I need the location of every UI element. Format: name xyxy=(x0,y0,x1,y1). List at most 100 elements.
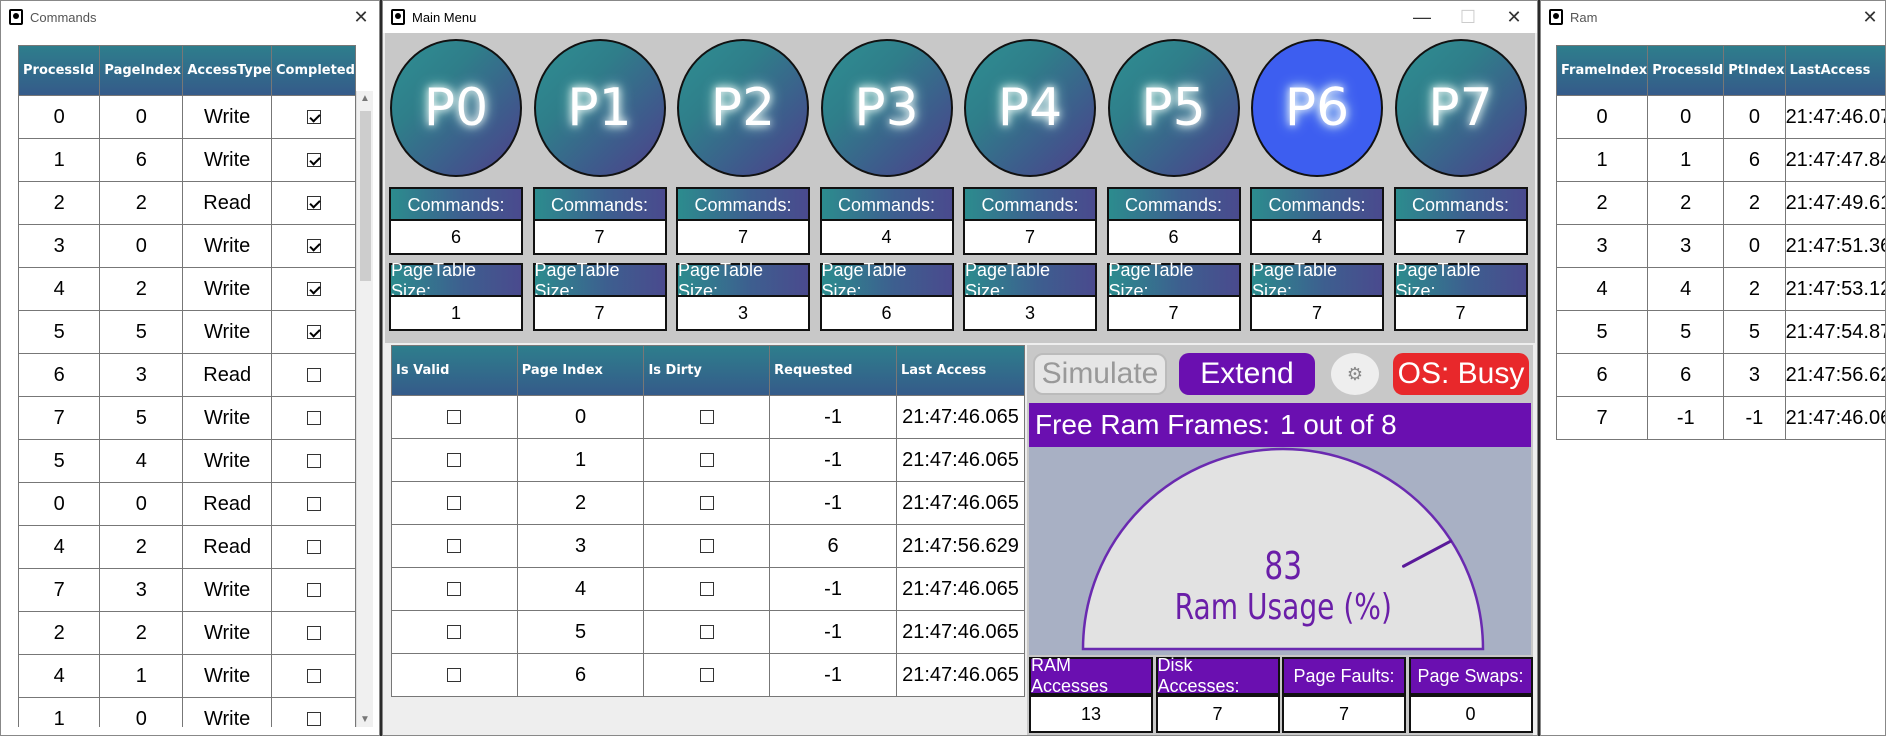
is-valid-checkbox[interactable] xyxy=(447,496,462,511)
scroll-thumb[interactable] xyxy=(360,111,371,281)
completed-checkbox[interactable] xyxy=(306,626,321,641)
table-row[interactable]: 22221:47:49.612 xyxy=(1556,181,1885,225)
scrollbar[interactable]: ▲ ▼ xyxy=(356,91,373,727)
maximize-icon[interactable]: ☐ xyxy=(1445,1,1491,33)
table-row[interactable]: 7 5 Write xyxy=(18,396,356,440)
settings-button[interactable]: ⚙ xyxy=(1331,353,1379,395)
close-icon[interactable]: ✕ xyxy=(343,1,379,33)
completed-checkbox[interactable] xyxy=(306,411,321,426)
column-header[interactable]: Page Index xyxy=(516,345,645,396)
column-header[interactable]: PtIndex xyxy=(1723,45,1786,96)
table-row[interactable]: 0 -1 21:47:46.065 xyxy=(391,395,1025,439)
table-row[interactable]: 3 6 21:47:56.629 xyxy=(391,524,1025,568)
table-row[interactable]: 66321:47:56.629 xyxy=(1556,353,1885,397)
completed-checkbox[interactable] xyxy=(306,196,321,211)
table-row[interactable]: 1 0 Write xyxy=(18,697,356,727)
completed-checkbox[interactable] xyxy=(306,153,321,168)
table-row[interactable]: 6 3 Read xyxy=(18,353,356,397)
minimize-icon[interactable]: — xyxy=(1399,1,1445,33)
process-button[interactable]: P6 xyxy=(1251,39,1383,177)
table-row[interactable]: 1 6 Write xyxy=(18,138,356,182)
is-valid-checkbox[interactable] xyxy=(447,453,462,468)
column-header[interactable]: Requested xyxy=(769,345,897,396)
completed-checkbox[interactable] xyxy=(306,368,321,383)
completed-checkbox[interactable] xyxy=(306,669,321,684)
table-row[interactable]: 6 -1 21:47:46.065 xyxy=(391,653,1025,697)
is-valid-checkbox[interactable] xyxy=(447,410,462,425)
table-row[interactable]: 11621:47:47.846 xyxy=(1556,138,1885,182)
table-row[interactable]: 2 -1 21:47:46.065 xyxy=(391,481,1025,525)
table-row[interactable]: 0 0 Write xyxy=(18,95,356,139)
is-dirty-checkbox[interactable] xyxy=(699,410,714,425)
table-row[interactable]: 44221:47:53.127 xyxy=(1556,267,1885,311)
table-row[interactable]: 33021:47:51.365 xyxy=(1556,224,1885,268)
is-dirty-checkbox[interactable] xyxy=(699,539,714,554)
table-row[interactable]: 2 2 Write xyxy=(18,611,356,655)
is-valid-checkbox[interactable] xyxy=(447,582,462,597)
column-header[interactable]: PageIndex xyxy=(99,45,184,96)
column-header[interactable]: LastAccess xyxy=(1784,45,1885,96)
completed-checkbox[interactable] xyxy=(306,110,321,125)
stat-value: 0 xyxy=(1408,695,1533,733)
table-row[interactable]: 3 0 Write xyxy=(18,224,356,268)
scroll-up-icon[interactable]: ▲ xyxy=(357,93,373,104)
column-header[interactable]: FrameIndex xyxy=(1556,45,1649,96)
table-row[interactable]: 4 2 Write xyxy=(18,267,356,311)
process-button[interactable]: P7 xyxy=(1394,39,1527,177)
close-icon[interactable]: ✕ xyxy=(1491,1,1537,33)
close-icon[interactable]: ✕ xyxy=(1855,1,1885,33)
table-row[interactable]: 5 4 Write xyxy=(18,439,356,483)
completed-checkbox[interactable] xyxy=(306,540,321,555)
requested-cell: -1 xyxy=(769,438,897,482)
table-row[interactable]: 0 0 Read xyxy=(18,482,356,526)
table-row[interactable]: 4 -1 21:47:46.065 xyxy=(391,567,1025,611)
completed-checkbox[interactable] xyxy=(306,583,321,598)
column-header[interactable]: AccessType xyxy=(182,45,272,96)
table-row[interactable]: 2 2 Read xyxy=(18,181,356,225)
is-dirty-checkbox[interactable] xyxy=(699,668,714,683)
frame-index-cell: 1 xyxy=(1556,138,1649,182)
table-row[interactable]: 4 2 Read xyxy=(18,525,356,569)
completed-checkbox[interactable] xyxy=(306,454,321,469)
column-header[interactable]: ProcessId xyxy=(1647,45,1725,96)
table-row[interactable]: 1 -1 21:47:46.065 xyxy=(391,438,1025,482)
table-row[interactable]: 00021:47:46.070 xyxy=(1556,95,1885,139)
frame-index-cell: 0 xyxy=(1556,95,1649,139)
process-button[interactable]: P5 xyxy=(1107,39,1240,177)
completed-checkbox[interactable] xyxy=(306,712,321,727)
completed-checkbox[interactable] xyxy=(306,282,321,297)
process-id-cell: 2 xyxy=(18,611,101,655)
page-table: Is Valid Page Index Is Dirty Requested L… xyxy=(391,345,1025,697)
process-button[interactable]: P1 xyxy=(533,39,666,177)
is-valid-checkbox[interactable] xyxy=(447,539,462,554)
completed-checkbox[interactable] xyxy=(306,325,321,340)
column-header[interactable]: Completed xyxy=(271,45,356,96)
is-dirty-checkbox[interactable] xyxy=(699,625,714,640)
table-row[interactable]: 5 5 Write xyxy=(18,310,356,354)
is-dirty-checkbox[interactable] xyxy=(699,496,714,511)
table-row[interactable]: 7 3 Write xyxy=(18,568,356,612)
column-header[interactable]: Is Dirty xyxy=(643,345,771,396)
column-header[interactable]: Is Valid xyxy=(391,345,518,396)
scroll-down-icon[interactable]: ▼ xyxy=(357,714,373,725)
pt-index-cell: 2 xyxy=(1723,267,1786,311)
process-id-cell: 5 xyxy=(18,439,101,483)
extend-button[interactable]: Extend xyxy=(1179,353,1315,395)
table-row[interactable]: 5 -1 21:47:46.065 xyxy=(391,610,1025,654)
process-button[interactable]: P4 xyxy=(964,39,1096,177)
is-valid-checkbox[interactable] xyxy=(447,625,462,640)
table-row[interactable]: 7-1-121:47:46.066 xyxy=(1556,396,1885,440)
simulate-button[interactable]: Simulate xyxy=(1033,353,1167,395)
process-button[interactable]: P2 xyxy=(677,39,809,177)
process-button[interactable]: P0 xyxy=(390,39,522,177)
column-header[interactable]: Last Access xyxy=(896,345,1025,396)
column-header[interactable]: ProcessId xyxy=(18,45,101,96)
is-dirty-checkbox[interactable] xyxy=(699,453,714,468)
is-valid-checkbox[interactable] xyxy=(447,668,462,683)
completed-checkbox[interactable] xyxy=(306,239,321,254)
is-dirty-checkbox[interactable] xyxy=(699,582,714,597)
process-button[interactable]: P3 xyxy=(820,39,953,177)
table-row[interactable]: 4 1 Write xyxy=(18,654,356,698)
completed-checkbox[interactable] xyxy=(306,497,321,512)
table-row[interactable]: 55521:47:54.878 xyxy=(1556,310,1885,354)
